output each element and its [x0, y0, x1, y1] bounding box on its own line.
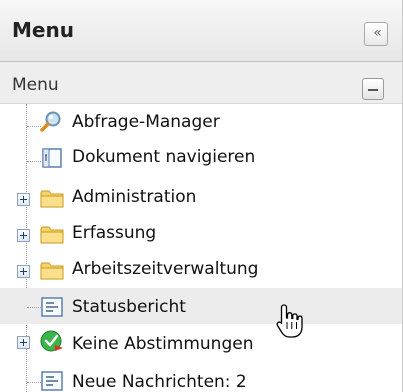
minus-icon[interactable]	[362, 78, 384, 100]
magnifier-icon	[40, 111, 61, 132]
tree-item-statusbericht[interactable]: Statusbericht	[0, 288, 402, 324]
folder-icon	[40, 226, 64, 244]
folder-icon	[40, 190, 64, 208]
panel-header: Menu «	[0, 0, 402, 62]
tree-item-label: Keine Abstimmungen	[72, 334, 254, 354]
panel-title: Menu	[12, 18, 74, 42]
tree-item-label: Statusbericht	[72, 297, 186, 317]
tree-connector	[27, 382, 41, 383]
tree-item-administration[interactable]: Administration	[0, 184, 402, 218]
expand-plus-icon[interactable]	[17, 336, 30, 349]
hand-pointer-cursor-icon	[276, 304, 303, 338]
double-chevron-left-icon[interactable]: «	[364, 22, 388, 46]
document-navigator-icon	[42, 148, 62, 168]
expand-plus-icon[interactable]	[17, 193, 30, 206]
tree-item-label: Dokument navigieren	[72, 147, 256, 167]
tree-item-label: Neue Nachrichten: 2	[72, 372, 247, 392]
tree-connector	[27, 126, 41, 127]
tree-item-erfassung[interactable]: Erfassung	[0, 222, 402, 256]
report-icon	[41, 371, 63, 391]
menu-panel: Menu « Menu Abfrage-Manager Dokument nav…	[0, 0, 403, 392]
tree-item-label: Abfrage-Manager	[72, 112, 220, 132]
tree-item-abfrage-manager[interactable]: Abfrage-Manager	[0, 104, 402, 138]
menu-section-title: Menu	[12, 75, 59, 95]
tree-item-arbeitszeitverwaltung[interactable]: Arbeitszeitverwaltung	[0, 256, 402, 290]
tree-item-keine-abstimmungen[interactable]: Keine Abstimmungen	[0, 328, 402, 362]
tree-connector	[27, 307, 41, 308]
tree-item-label: Administration	[72, 187, 197, 207]
report-icon	[41, 297, 63, 317]
tree-item-label: Arbeitszeitverwaltung	[72, 259, 259, 279]
menu-section-header[interactable]: Menu	[0, 62, 402, 104]
tree-item-neue-nachrichten[interactable]: Neue Nachrichten: 2	[0, 362, 402, 392]
tree-item-dokument-navigieren[interactable]: Dokument navigieren	[0, 140, 402, 174]
tree-item-label: Erfassung	[72, 223, 157, 243]
folder-icon	[40, 262, 64, 280]
tree-connector	[27, 161, 41, 162]
green-check-icon	[40, 330, 63, 352]
expand-plus-icon[interactable]	[17, 229, 30, 242]
menu-tree: Abfrage-Manager Dokument navigieren Admi…	[0, 104, 402, 392]
expand-plus-icon[interactable]	[17, 265, 30, 278]
